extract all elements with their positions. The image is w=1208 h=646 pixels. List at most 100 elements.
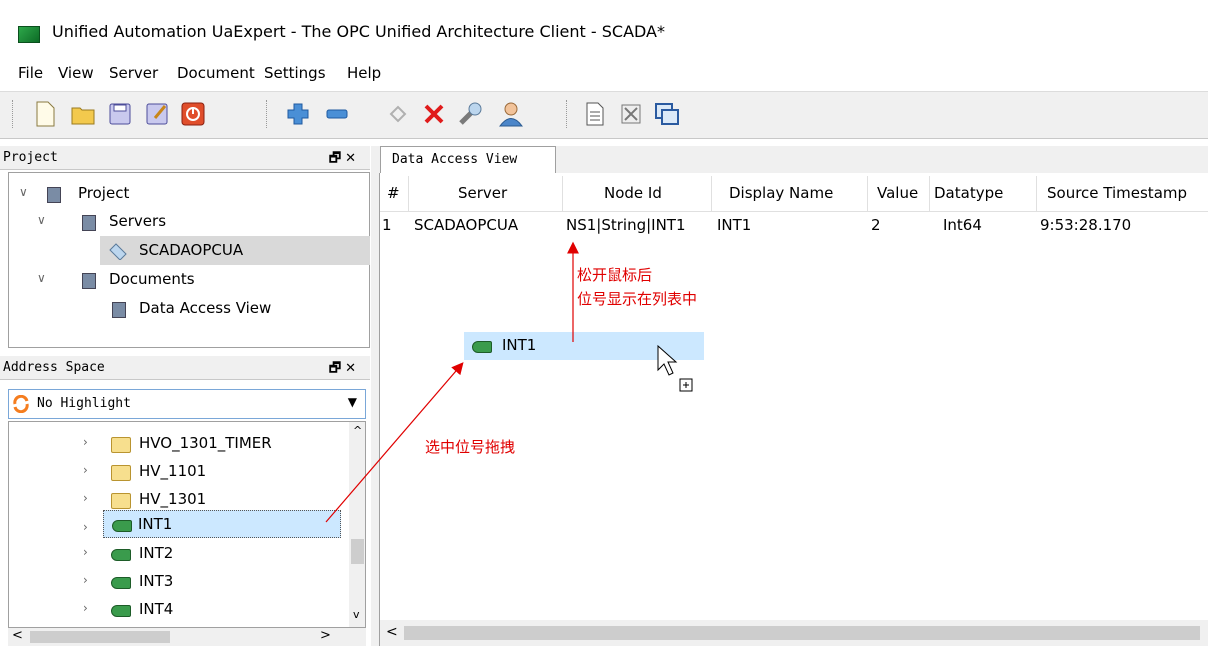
- address-item-label: HVO_1301_TIMER: [139, 434, 272, 452]
- server-icon: [109, 243, 127, 260]
- address-pane-title: Address Space: [3, 360, 105, 375]
- highlight-select[interactable]: No Highlight ▼: [8, 389, 366, 419]
- col-header-datatype[interactable]: Datatype: [934, 184, 1003, 202]
- variable-tag-icon: [112, 520, 132, 532]
- window-icon[interactable]: [652, 99, 682, 129]
- menu-server[interactable]: Server: [109, 64, 158, 82]
- cell-num[interactable]: 1: [382, 216, 392, 234]
- remove-server-icon[interactable]: [322, 99, 352, 129]
- window-title: Unified Automation UaExpert - The OPC Un…: [52, 22, 665, 41]
- tab-data-access-view[interactable]: Data Access View: [380, 146, 556, 173]
- address-item[interactable]: › INT4: [9, 596, 349, 624]
- address-tree: › HVO_1301_TIMER › HV_1101 › HV_1301 INT…: [8, 421, 366, 628]
- address-item-selected[interactable]: INT1: [103, 510, 341, 538]
- address-item[interactable]: › INT2: [9, 540, 349, 568]
- col-divider: [867, 176, 868, 212]
- annotation-release-2: 位号显示在列表中: [577, 290, 698, 308]
- chevron-down-icon[interactable]: ∨: [37, 213, 46, 227]
- scroll-down-icon[interactable]: v: [353, 608, 360, 621]
- disconnect-icon[interactable]: [419, 99, 449, 129]
- tree-label-servers: Servers: [109, 212, 167, 230]
- col-header-num[interactable]: #: [387, 184, 400, 202]
- address-item-label: INT2: [139, 544, 174, 562]
- splitter[interactable]: [371, 146, 379, 646]
- cell-value[interactable]: 2: [871, 216, 881, 234]
- drag-ghost-label: INT1: [502, 336, 537, 354]
- menu-document[interactable]: Document: [177, 64, 255, 82]
- save-as-icon[interactable]: [142, 99, 172, 129]
- user-icon[interactable]: [496, 99, 526, 129]
- grid-horizontal-scrollbar[interactable]: <: [380, 620, 1208, 646]
- variable-tag-icon: [111, 605, 131, 617]
- tree-item-data-access-view[interactable]: Data Access View: [0, 295, 370, 323]
- scroll-up-icon[interactable]: ^: [353, 424, 362, 437]
- toolbar-grip: [12, 100, 14, 128]
- tree-item-documents[interactable]: ∨ Documents: [0, 266, 370, 294]
- new-document-icon[interactable]: [30, 99, 60, 129]
- address-item-label: INT3: [139, 572, 174, 590]
- address-item[interactable]: › HV_1101: [9, 458, 349, 486]
- report-icon[interactable]: [580, 99, 610, 129]
- address-item-label: INT4: [139, 600, 174, 618]
- chevron-down-icon[interactable]: ∨: [19, 185, 28, 199]
- save-icon[interactable]: [105, 99, 135, 129]
- vertical-scrollbar[interactable]: ^ v: [349, 422, 365, 627]
- servers-folder-icon: [82, 215, 96, 231]
- scrollbar-thumb[interactable]: [351, 539, 364, 564]
- scroll-left-icon[interactable]: <: [386, 624, 398, 640]
- col-header-node-id[interactable]: Node Id: [604, 184, 662, 202]
- scrollbar-thumb[interactable]: [30, 631, 170, 643]
- address-item[interactable]: › INT3: [9, 568, 349, 596]
- open-folder-icon[interactable]: [68, 99, 98, 129]
- variable-tag-icon: [472, 341, 492, 353]
- address-item-label: HV_1101: [139, 462, 207, 480]
- menu-view[interactable]: View: [58, 64, 94, 82]
- col-header-server[interactable]: Server: [458, 184, 507, 202]
- scroll-left-icon[interactable]: <: [12, 628, 23, 643]
- menu-settings[interactable]: Settings: [264, 64, 326, 82]
- address-item-label: INT1: [138, 515, 173, 533]
- col-divider: [929, 176, 930, 212]
- tree-item-servers[interactable]: ∨ Servers: [0, 208, 370, 236]
- cell-server[interactable]: SCADAOPCUA: [414, 216, 518, 234]
- quit-icon[interactable]: [178, 99, 208, 129]
- chevron-right-icon[interactable]: ›: [83, 491, 88, 505]
- address-item[interactable]: › HVO_1301_TIMER: [9, 430, 349, 458]
- settings-icon[interactable]: [455, 99, 485, 129]
- folder-icon: [111, 493, 131, 509]
- folder-icon: [111, 465, 131, 481]
- pane-float-close-icon[interactable]: 🗗✕: [329, 149, 360, 171]
- chevron-down-icon[interactable]: ▼: [348, 395, 357, 409]
- menu-help[interactable]: Help: [347, 64, 381, 82]
- tree-item-project[interactable]: ∨ Project: [0, 180, 370, 208]
- cell-timestamp[interactable]: 9:53:28.170: [1040, 216, 1131, 234]
- chevron-right-icon[interactable]: ›: [83, 520, 88, 534]
- variable-tag-icon: [111, 549, 131, 561]
- add-server-icon[interactable]: [283, 99, 313, 129]
- refresh-icon[interactable]: [12, 395, 30, 413]
- chevron-right-icon[interactable]: ›: [83, 463, 88, 477]
- chevron-right-icon[interactable]: ›: [83, 435, 88, 449]
- chevron-right-icon[interactable]: ›: [83, 545, 88, 559]
- chevron-right-icon[interactable]: ›: [83, 601, 88, 615]
- data-access-grid: [379, 172, 1208, 646]
- tree-item-scadaopcua[interactable]: SCADAOPCUA: [100, 236, 370, 265]
- pane-float-close-icon[interactable]: 🗗✕: [329, 359, 360, 381]
- chevron-right-icon[interactable]: ›: [83, 573, 88, 587]
- project-folder-icon: [47, 187, 61, 203]
- connect-icon[interactable]: [383, 99, 413, 129]
- cell-display-name[interactable]: INT1: [717, 216, 751, 234]
- horizontal-scrollbar-left[interactable]: < >: [8, 628, 366, 646]
- scroll-right-icon[interactable]: >: [320, 628, 331, 643]
- col-header-display-name[interactable]: Display Name: [729, 184, 833, 202]
- clear-icon[interactable]: [616, 99, 646, 129]
- cell-datatype[interactable]: Int64: [943, 216, 982, 234]
- menu-file[interactable]: File: [18, 64, 43, 82]
- project-pane-title: Project: [3, 150, 58, 165]
- chevron-down-icon[interactable]: ∨: [37, 271, 46, 285]
- tree-label-documents: Documents: [109, 270, 195, 288]
- scrollbar-thumb[interactable]: [404, 626, 1200, 640]
- cell-node-id[interactable]: NS1|String|INT1: [566, 216, 686, 234]
- col-header-source-timestamp[interactable]: Source Timestamp: [1047, 184, 1187, 202]
- col-header-value[interactable]: Value: [877, 184, 918, 202]
